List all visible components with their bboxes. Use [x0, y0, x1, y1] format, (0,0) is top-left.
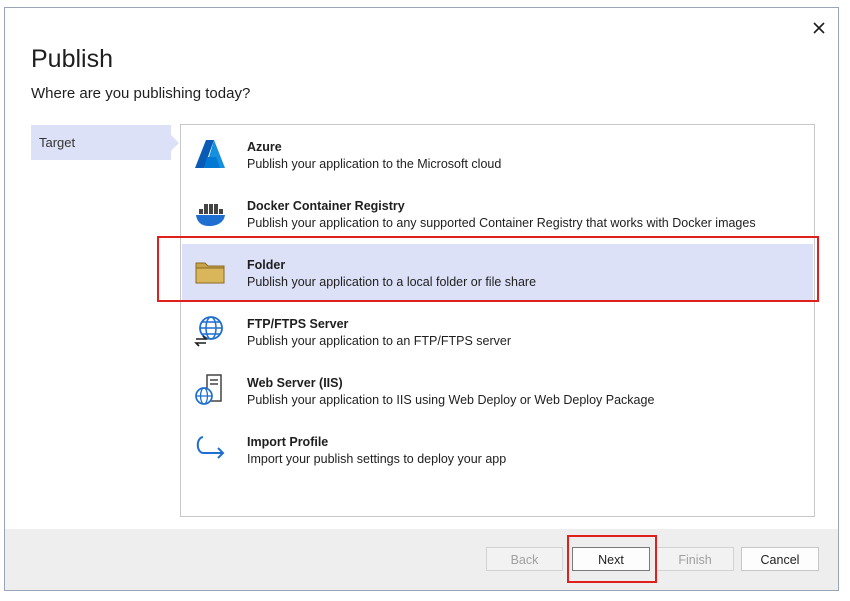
nav-item-target[interactable]: Target	[31, 125, 179, 160]
target-name: Web Server (IIS)	[247, 376, 343, 390]
publish-dialog: Publish Where are you publishing today? …	[4, 7, 839, 591]
target-description: Publish your application to an FTP/FTPS …	[247, 334, 512, 348]
target-name: Folder	[247, 258, 286, 272]
target-ftp[interactable]: FTP/FTPS Server Publish your application…	[182, 303, 813, 360]
target-folder[interactable]: Folder Publish your application to a loc…	[182, 244, 813, 301]
target-docker[interactable]: Docker Container Registry Publish your a…	[182, 185, 813, 242]
target-import-profile[interactable]: Import Profile Import your publish setti…	[182, 421, 813, 478]
target-name: FTP/FTPS Server	[247, 317, 349, 331]
target-azure[interactable]: Azure Publish your application to the Mi…	[182, 126, 813, 183]
target-description: Publish your application to any supporte…	[247, 216, 756, 230]
target-description: Publish your application to a local fold…	[247, 275, 537, 289]
next-button[interactable]: Next	[572, 547, 650, 571]
close-icon[interactable]	[811, 20, 827, 36]
target-web-server[interactable]: Web Server (IIS) Publish your applicatio…	[182, 362, 813, 419]
finish-button[interactable]: Finish	[656, 547, 734, 571]
target-description: Import your publish settings to deploy y…	[247, 452, 507, 466]
dialog-title: Publish	[31, 45, 113, 73]
target-list: Azure Publish your application to the Mi…	[180, 124, 815, 517]
dialog-footer: Back Next Finish Cancel	[5, 529, 838, 590]
dialog-subtitle: Where are you publishing today?	[31, 85, 251, 102]
target-name: Docker Container Registry	[247, 199, 405, 213]
target-name: Azure	[247, 140, 282, 154]
web-server-icon	[195, 374, 222, 405]
azure-icon	[195, 140, 225, 168]
target-description: Publish your application to the Microsof…	[247, 157, 502, 171]
folder-icon	[195, 262, 225, 284]
ftp-globe-icon	[194, 316, 223, 347]
cancel-button[interactable]: Cancel	[741, 547, 819, 571]
docker-icon	[196, 204, 225, 226]
back-button[interactable]: Back	[486, 547, 563, 571]
nav-item-label: Target	[39, 135, 76, 150]
target-description: Publish your application to IIS using We…	[247, 393, 655, 407]
target-name: Import Profile	[247, 435, 329, 449]
import-arrow-icon	[196, 436, 225, 459]
